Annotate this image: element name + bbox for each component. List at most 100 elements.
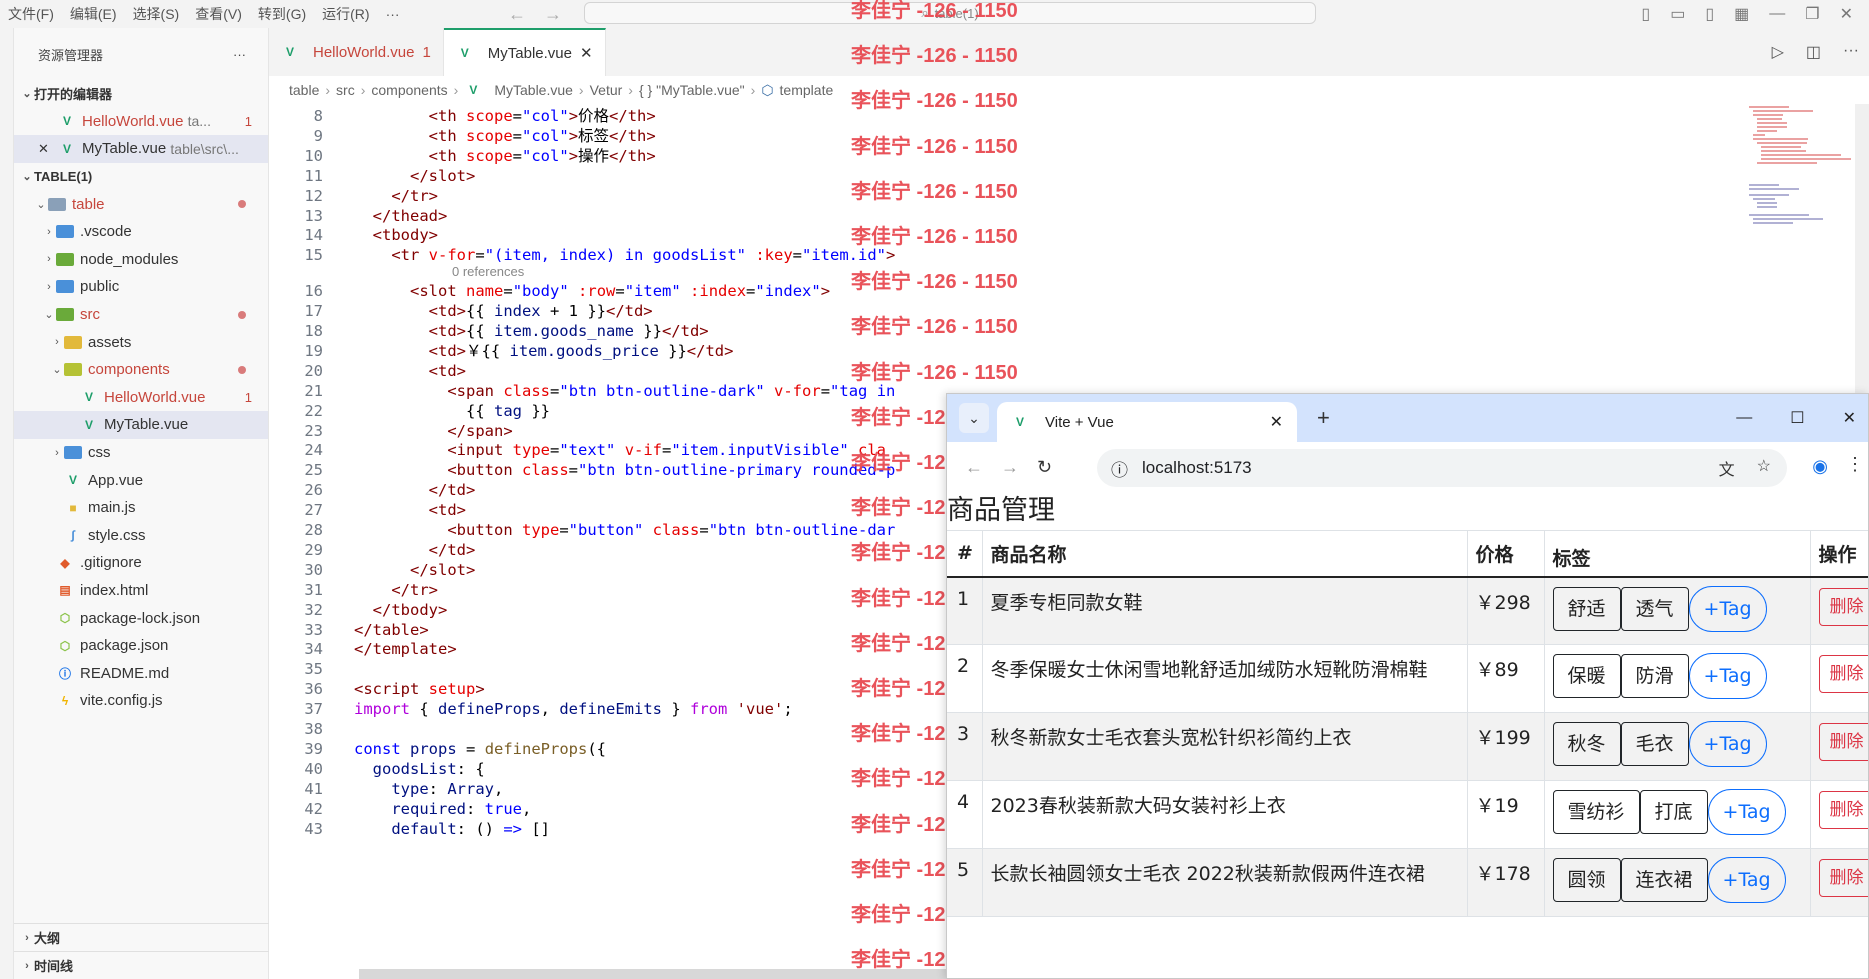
tree-item-readme[interactable]: ⓘ README.md bbox=[14, 659, 268, 687]
tree-item-components[interactable]: ⌄ components bbox=[14, 356, 268, 384]
browser-menu-icon[interactable]: ⋮ bbox=[1846, 454, 1864, 475]
code-lens[interactable]: 0 references bbox=[452, 264, 524, 279]
outline-section[interactable]: › 大纲 bbox=[14, 923, 269, 951]
tree-item-package-json[interactable]: ⬡ package.json bbox=[14, 632, 268, 660]
command-center[interactable]: ⌕ table(1) bbox=[584, 2, 1316, 24]
delete-button[interactable]: 删除 bbox=[1818, 723, 1868, 761]
breadcrumb-item[interactable]: template bbox=[780, 82, 834, 98]
close-window-icon[interactable]: ✕ bbox=[1840, 4, 1853, 24]
close-tab-icon[interactable]: ✕ bbox=[580, 44, 593, 62]
tab-helloworld[interactable]: V HelloWorld.vue 1 bbox=[269, 28, 444, 76]
tree-item-helloworld[interactable]: V HelloWorld.vue 1 bbox=[14, 384, 268, 412]
tab-search-chevron-icon[interactable]: ⌄ bbox=[959, 403, 989, 433]
menu-view[interactable]: 查看(V) bbox=[187, 0, 250, 28]
tree-item-gitignore[interactable]: ◆ .gitignore bbox=[14, 549, 268, 577]
tag-badge[interactable]: 防滑 bbox=[1620, 654, 1689, 698]
tree-item-vite-config[interactable]: ϟ vite.config.js bbox=[14, 687, 268, 715]
tag-badge[interactable]: 连衣裙 bbox=[1620, 858, 1708, 902]
tree-item-src[interactable]: ⌄ src bbox=[14, 301, 268, 329]
open-editors-section[interactable]: ⌄ 打开的编辑器 bbox=[14, 80, 268, 108]
tree-item-index-html[interactable]: ▤ index.html bbox=[14, 577, 268, 605]
explorer-more-button[interactable]: ··· bbox=[233, 47, 246, 62]
close-tab-icon[interactable]: ✕ bbox=[1270, 412, 1283, 432]
toggle-panel-icon[interactable]: ▭ bbox=[1670, 4, 1685, 24]
tree-item-app[interactable]: V App.vue bbox=[14, 466, 268, 494]
tag-badge[interactable]: 毛衣 bbox=[1620, 722, 1689, 766]
vue-logo-icon: V bbox=[1015, 415, 1024, 429]
breadcrumb-item[interactable]: src bbox=[336, 82, 355, 98]
tag-badge[interactable]: 秋冬 bbox=[1552, 722, 1621, 766]
tree-item-table[interactable]: ⌄ table bbox=[14, 190, 268, 218]
breadcrumb-item[interactable]: MyTable.vue bbox=[494, 82, 573, 98]
code-text: default: () => [] bbox=[391, 819, 550, 838]
reload-icon[interactable]: ↻ bbox=[1037, 457, 1052, 478]
tag-badge[interactable]: 保暖 bbox=[1552, 654, 1621, 698]
tree-item-node-modules[interactable]: › node_modules bbox=[14, 246, 268, 274]
add-tag-button[interactable]: +Tag bbox=[1707, 789, 1786, 835]
minimap[interactable] bbox=[1747, 104, 1857, 254]
open-editor-item[interactable]: V HelloWorld.vue ta... 1 bbox=[14, 108, 268, 136]
bookmark-star-icon[interactable]: ☆ bbox=[1757, 456, 1771, 480]
breadcrumb-item[interactable]: components bbox=[371, 82, 447, 98]
menu-go[interactable]: 转到(G) bbox=[250, 0, 314, 28]
tree-item-vscode[interactable]: › .vscode bbox=[14, 218, 268, 246]
forward-arrow-icon[interactable]: → bbox=[544, 4, 562, 25]
timeline-section[interactable]: › 时间线 bbox=[14, 951, 269, 979]
tree-item-css[interactable]: › css bbox=[14, 439, 268, 467]
delete-button[interactable]: 删除 bbox=[1818, 859, 1868, 897]
menu-more[interactable]: ··· bbox=[378, 0, 408, 28]
address-bar[interactable]: ⓘ localhost:5173 文 ☆ bbox=[1097, 449, 1787, 487]
add-tag-button[interactable]: +Tag bbox=[1707, 857, 1786, 903]
tag-badge[interactable]: 打底 bbox=[1639, 790, 1708, 834]
site-info-icon[interactable]: ⓘ bbox=[1111, 456, 1128, 481]
menu-file[interactable]: 文件(F) bbox=[0, 0, 62, 28]
address-bar-url: localhost:5173 bbox=[1142, 458, 1252, 477]
close-window-icon[interactable]: ✕ bbox=[1843, 408, 1856, 428]
toggle-secondary-sidebar-icon[interactable]: ▯ bbox=[1705, 4, 1714, 24]
add-tag-button[interactable]: +Tag bbox=[1688, 585, 1767, 632]
tree-item-public[interactable]: › public bbox=[14, 273, 268, 301]
tag-badge[interactable]: 雪纺衫 bbox=[1552, 790, 1640, 834]
add-tag-button[interactable]: +Tag bbox=[1688, 653, 1767, 699]
delete-button[interactable]: 删除 bbox=[1818, 791, 1868, 829]
back-arrow-icon[interactable]: ← bbox=[965, 457, 983, 478]
browser-tab[interactable]: V Vite + Vue ✕ bbox=[997, 402, 1297, 442]
menu-edit[interactable]: 编辑(E) bbox=[62, 0, 125, 28]
tab-mytable[interactable]: V MyTable.vue ✕ bbox=[443, 28, 606, 76]
goods-tags: 圆领 连衣裙 +Tag bbox=[1544, 848, 1811, 917]
new-tab-button[interactable]: + bbox=[1317, 405, 1330, 431]
add-tag-button[interactable]: +Tag bbox=[1688, 721, 1767, 767]
tree-item-style-css[interactable]: ∫ style.css bbox=[14, 522, 268, 550]
tree-item-assets[interactable]: › assets bbox=[14, 328, 268, 356]
tag-badge[interactable]: 舒适 bbox=[1552, 586, 1621, 631]
maximize-icon[interactable]: ☐ bbox=[1790, 408, 1804, 428]
close-editor-icon[interactable]: ✕ bbox=[38, 141, 58, 157]
delete-button[interactable]: 删除 bbox=[1818, 655, 1868, 693]
breadcrumb-item[interactable]: { } "MyTable.vue" bbox=[639, 82, 745, 98]
delete-button[interactable]: 删除 bbox=[1818, 587, 1868, 626]
workspace-section[interactable]: ⌄ TABLE(1) bbox=[14, 163, 268, 191]
column-header: 价格 bbox=[1467, 530, 1545, 578]
forward-arrow-icon[interactable]: → bbox=[1001, 457, 1019, 478]
minimize-icon[interactable]: — bbox=[1736, 409, 1752, 427]
tag-badge[interactable]: 圆领 bbox=[1552, 858, 1621, 902]
translate-icon[interactable]: 文 bbox=[1719, 456, 1735, 480]
more-actions-icon[interactable]: ··· bbox=[1843, 42, 1859, 62]
tag-badge[interactable]: 透气 bbox=[1620, 586, 1689, 631]
restore-icon[interactable]: ❐ bbox=[1805, 4, 1819, 24]
toggle-sidebar-icon[interactable]: ▯ bbox=[1641, 4, 1650, 24]
split-editor-icon[interactable]: ◫ bbox=[1806, 42, 1821, 62]
breadcrumb-item[interactable]: table bbox=[289, 82, 319, 98]
run-icon[interactable]: ▷ bbox=[1772, 42, 1784, 62]
tree-item-mytable[interactable]: V MyTable.vue bbox=[14, 411, 268, 439]
minimize-icon[interactable]: — bbox=[1769, 5, 1785, 23]
tree-item-main-js[interactable]: ■ main.js bbox=[14, 494, 268, 522]
breadcrumb-item[interactable]: Vetur bbox=[590, 82, 623, 98]
open-editor-item[interactable]: ✕ V MyTable.vue table\src\... bbox=[14, 135, 268, 163]
layout-icon[interactable]: ▦ bbox=[1734, 4, 1749, 24]
menu-selection[interactable]: 选择(S) bbox=[125, 0, 188, 28]
back-arrow-icon[interactable]: ← bbox=[508, 4, 526, 25]
tree-item-package-lock[interactable]: ⬡ package-lock.json bbox=[14, 604, 268, 632]
profile-icon[interactable]: ◉ bbox=[1812, 456, 1828, 477]
menu-run[interactable]: 运行(R) bbox=[314, 0, 377, 28]
